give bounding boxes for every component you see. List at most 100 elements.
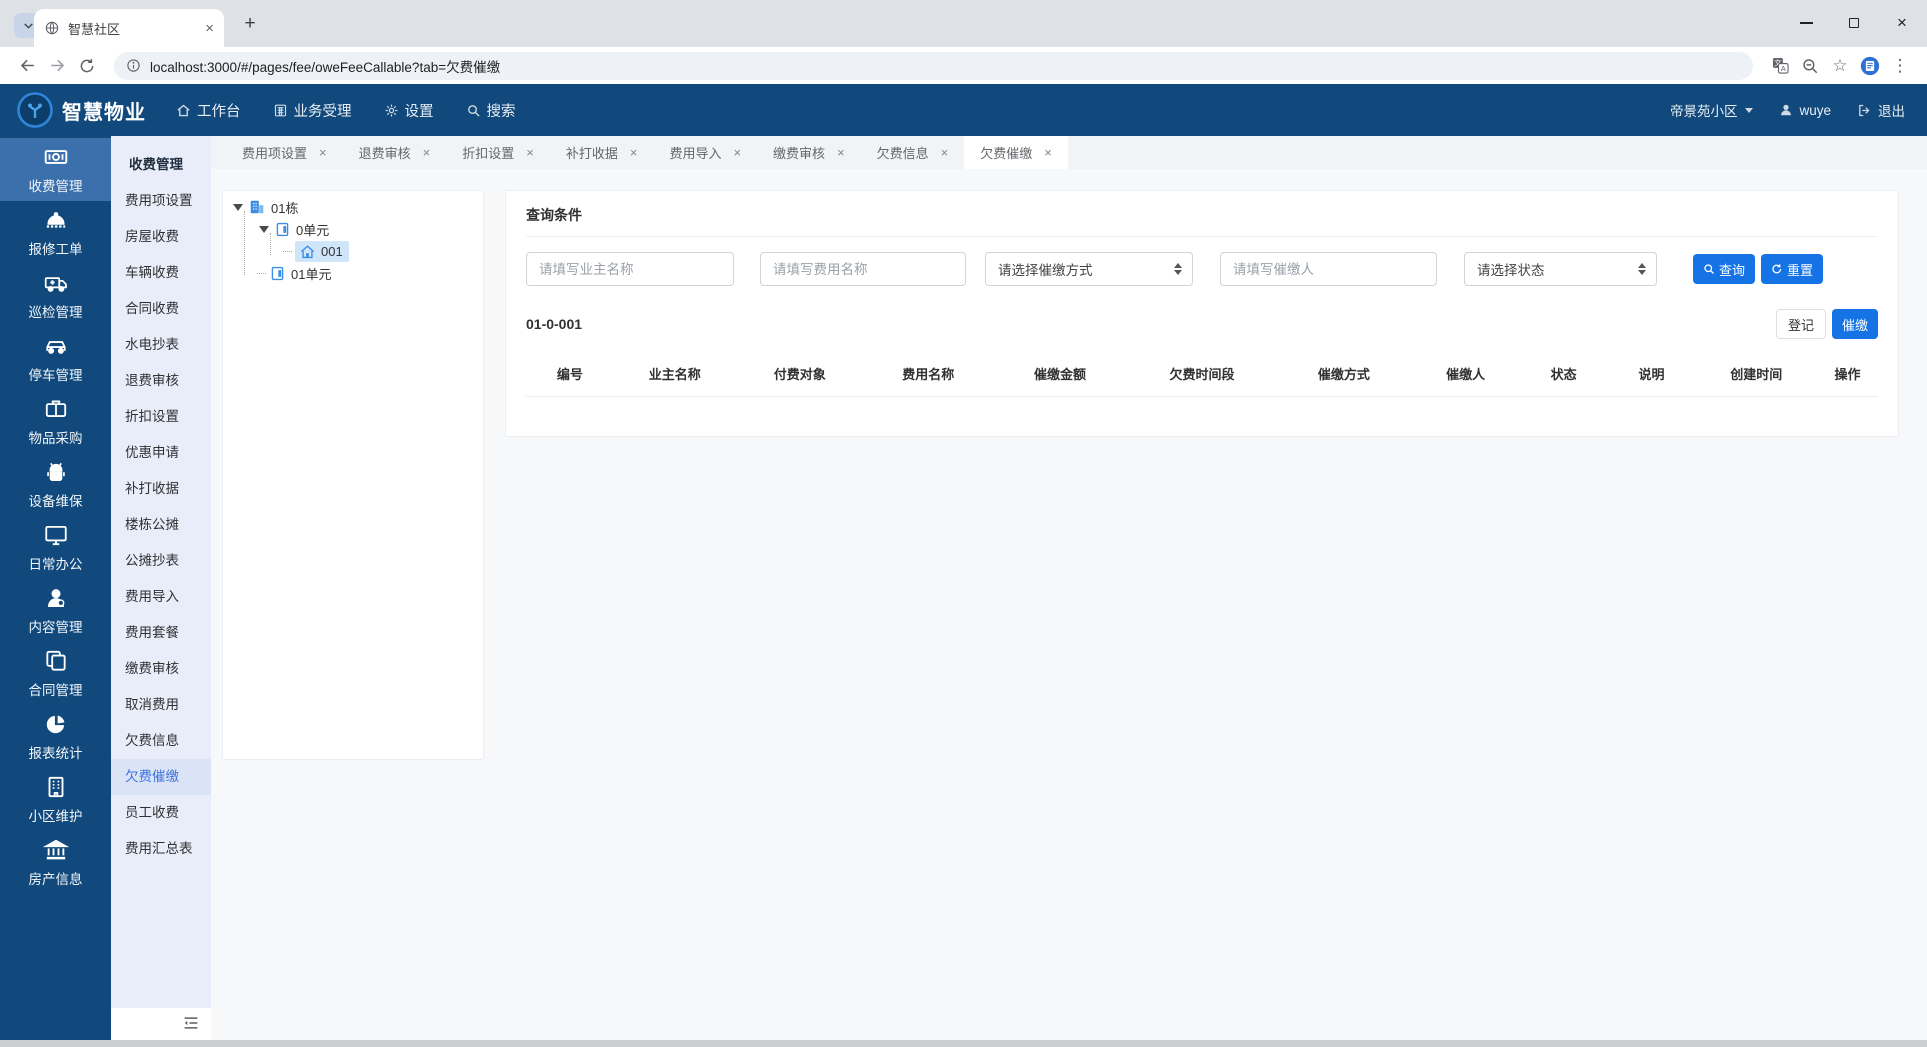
sidebar-item-label: 合同管理 [28, 683, 83, 698]
select-arrows-icon [1638, 263, 1646, 275]
search-button[interactable]: 查询 [1693, 254, 1756, 284]
tree-expander-icon[interactable] [259, 225, 269, 233]
register-button[interactable]: 登记 [1775, 309, 1826, 339]
page-tab[interactable]: 费用项设置 × [226, 136, 343, 169]
page-tab[interactable]: 缴费审核 × [757, 136, 861, 169]
menu-item-search[interactable]: 搜索 [466, 100, 516, 121]
forward-button[interactable] [42, 51, 72, 81]
sidebar-item-parking[interactable]: 停车管理 [0, 327, 111, 390]
user-menu[interactable]: wuye [1779, 103, 1831, 118]
page-tab-label: 欠费催缴 [980, 146, 1033, 161]
tab-close-icon[interactable]: × [630, 145, 638, 160]
state-select[interactable]: 请选择状态 [1464, 252, 1657, 286]
submenu-item[interactable]: 员工收费 [111, 795, 211, 831]
tree-node-building[interactable]: 01栋 [231, 196, 475, 218]
sidebar-item-content[interactable]: 内容管理 [0, 579, 111, 642]
submenu-item[interactable]: 缴费审核 [111, 651, 211, 687]
submenu-item-active[interactable]: 欠费催缴 [111, 759, 211, 795]
extension-icon[interactable] [1855, 51, 1885, 81]
tab-close-icon[interactable]: × [423, 145, 431, 160]
submenu-item[interactable]: 楼栋公摊 [111, 507, 211, 543]
section-header: 01-0-001 登记 催缴 [526, 286, 1878, 351]
submenu-item[interactable]: 取消费用 [111, 687, 211, 723]
page-tab[interactable]: 折扣设置 × [446, 136, 550, 169]
tab-close-icon[interactable]: × [1044, 145, 1052, 160]
submenu-item[interactable]: 车辆收费 [111, 255, 211, 291]
page-tab-active[interactable]: 欠费催缴 × [964, 136, 1068, 169]
tree-node-room001[interactable]: 001 [283, 240, 475, 262]
main-panel: 01栋 0单元 001 01单元 查询条件 请填写业主名称 请填写费用名称 请选… [211, 169, 1927, 760]
window-close-button[interactable]: × [1887, 8, 1917, 38]
submenu-item[interactable]: 合同收费 [111, 291, 211, 327]
submenu-item[interactable]: 费用套餐 [111, 615, 211, 651]
reload-button[interactable] [72, 51, 102, 81]
browser-tab[interactable]: 智慧社区 × [34, 9, 224, 47]
bookmark-button[interactable]: ☆ [1825, 51, 1855, 81]
browser-menu-button[interactable]: ⋮ [1885, 51, 1915, 81]
tree-expander-icon[interactable] [233, 203, 243, 211]
tab-close-icon[interactable]: × [526, 145, 534, 160]
submenu-item[interactable]: 退费审核 [111, 363, 211, 399]
urge-method-select[interactable]: 请选择催缴方式 [985, 252, 1193, 286]
sidebar-item-repair[interactable]: 报修工单 [0, 201, 111, 264]
submenu-item[interactable]: 欠费信息 [111, 723, 211, 759]
submenu-item[interactable]: 补打收据 [111, 471, 211, 507]
sidebar-item-property[interactable]: 房产信息 [0, 831, 111, 894]
maximize-icon [1849, 18, 1859, 28]
tab-close-icon[interactable]: × [319, 145, 327, 160]
tab-close-icon[interactable]: × [837, 145, 845, 160]
sidebar-item-office[interactable]: 日常办公 [0, 516, 111, 579]
urge-button[interactable]: 催缴 [1831, 309, 1878, 339]
tree-node-label: 01单元 [291, 266, 332, 282]
submenu-item[interactable]: 水电抄表 [111, 327, 211, 363]
tab-close-icon[interactable]: × [733, 145, 741, 160]
reset-button[interactable]: 重置 [1761, 254, 1824, 284]
translate-button[interactable]: 文 A [1765, 51, 1795, 81]
submenu-item[interactable]: 房屋收费 [111, 219, 211, 255]
zoom-button[interactable] [1795, 51, 1825, 81]
back-button[interactable] [12, 51, 42, 81]
menu-item-settings[interactable]: 设置 [384, 100, 434, 121]
window-minimize-button[interactable] [1791, 8, 1821, 38]
app-navbar: 智慧物业 工作台 业务受理 设置 搜索 帝景苑小区 wuye 退出 [0, 84, 1927, 136]
fee-name-input[interactable] [760, 252, 966, 286]
page-tab[interactable]: 欠费信息 × [861, 136, 965, 169]
sidebar-item-fees[interactable]: 收费管理 [0, 138, 111, 201]
url-omnibox[interactable]: localhost:3000/#/pages/fee/oweFeeCallabl… [114, 51, 1753, 80]
submenu-item[interactable]: 费用汇总表 [111, 831, 211, 867]
sidebar-item-label: 停车管理 [28, 368, 83, 383]
submenu-item[interactable]: 折扣设置 [111, 399, 211, 435]
submenu-item[interactable]: 公摊抄表 [111, 543, 211, 579]
submenu-item[interactable]: 费用导入 [111, 579, 211, 615]
menu-fold-button[interactable] [182, 1014, 200, 1037]
svg-text:A: A [1780, 64, 1785, 73]
urge-person-input[interactable] [1220, 252, 1437, 286]
tree-node-unit01[interactable]: 01单元 [257, 262, 475, 284]
window-bottom-edge [0, 1040, 1927, 1047]
tree-node-unit0[interactable]: 0单元 [257, 218, 475, 240]
tree-connector [257, 272, 266, 274]
page-tab[interactable]: 退费审核 × [343, 136, 447, 169]
owner-name-input[interactable] [526, 252, 734, 286]
col-header: 创建时间 [1695, 351, 1818, 397]
sidebar-item-contract[interactable]: 合同管理 [0, 642, 111, 705]
tree-node-selected[interactable]: 001 [295, 240, 349, 262]
menu-item-business[interactable]: 业务受理 [273, 100, 352, 121]
page-tab[interactable]: 费用导入 × [653, 136, 757, 169]
sidebar-item-community[interactable]: 小区维护 [0, 768, 111, 831]
logout-button[interactable]: 退出 [1857, 100, 1905, 120]
page-tab[interactable]: 补打收据 × [550, 136, 654, 169]
sidebar-item-reports[interactable]: 报表统计 [0, 705, 111, 768]
submenu-item[interactable]: 费用项设置 [111, 183, 211, 219]
menu-item-workbench[interactable]: 工作台 [176, 100, 241, 121]
new-tab-button[interactable]: + [237, 11, 263, 37]
page-tab-label: 欠费信息 [876, 146, 929, 161]
sidebar-item-inspection[interactable]: 巡检管理 [0, 264, 111, 327]
tab-close-icon[interactable]: × [205, 21, 214, 36]
sidebar-item-equipment[interactable]: 设备维保 [0, 453, 111, 516]
sidebar-item-procurement[interactable]: 物品采购 [0, 390, 111, 453]
community-selector[interactable]: 帝景苑小区 [1670, 100, 1754, 120]
window-maximize-button[interactable] [1839, 8, 1869, 38]
tab-close-icon[interactable]: × [941, 145, 949, 160]
submenu-item[interactable]: 优惠申请 [111, 435, 211, 471]
